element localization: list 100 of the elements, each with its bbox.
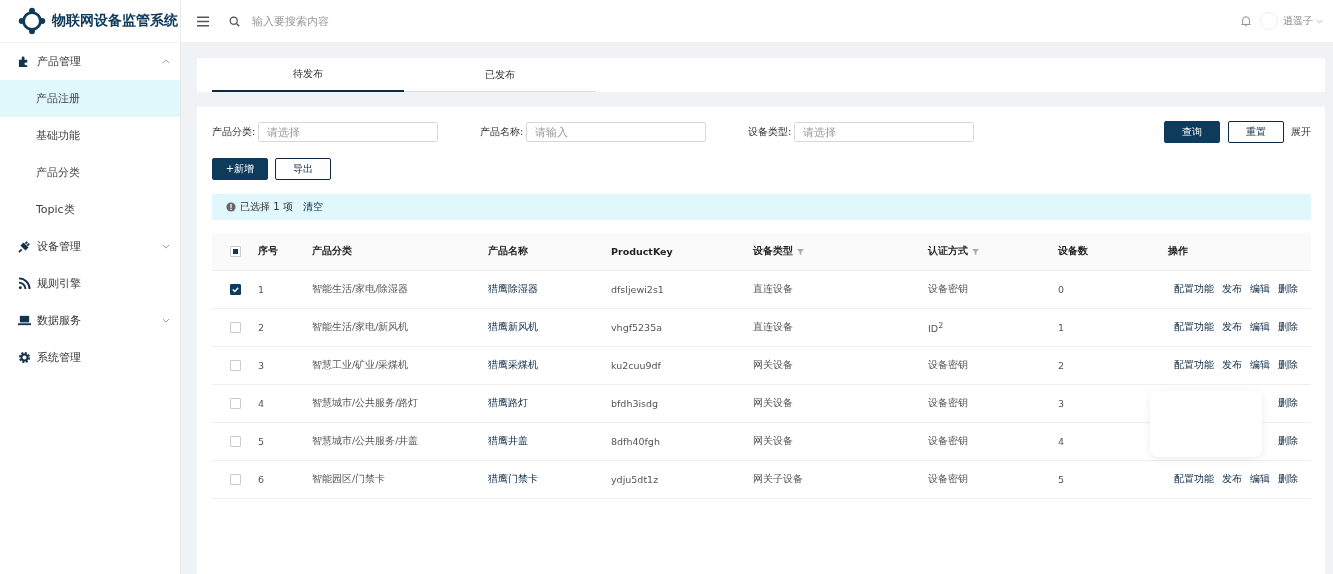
nav-submenu-item[interactable]: Topic类 [0, 191, 180, 228]
device-type-cell: 直连设备 [753, 321, 793, 334]
action-link[interactable]: 发布 [1222, 359, 1242, 372]
selection-count: 已选择 1 项 [240, 200, 293, 214]
query-button[interactable]: 查询 [1164, 121, 1220, 143]
chevron-down-icon [1316, 18, 1323, 24]
action-link[interactable]: 编辑 [1250, 473, 1270, 486]
menu-icon[interactable] [197, 15, 209, 27]
index-cell: 6 [258, 474, 265, 485]
nav-menu-item[interactable]: 系统管理 [0, 339, 180, 376]
chevron-up-icon [162, 59, 170, 64]
nav-menu-item[interactable]: 规则引擎 [0, 265, 180, 302]
column-header: 设备数 [1058, 245, 1088, 258]
action-link[interactable]: 发布 [1222, 321, 1242, 334]
nav-menu-item[interactable]: 设备管理 [0, 228, 180, 265]
product-name-link[interactable]: 猎鹰路灯 [488, 397, 528, 410]
column-header: 设备类型 [753, 245, 793, 258]
action-link[interactable]: 发布 [1222, 283, 1242, 296]
row-checkbox[interactable] [229, 284, 241, 295]
device-type-cell: 网关子设备 [753, 473, 803, 486]
auth-method-cell: 设备密钥 [928, 435, 968, 448]
filter-icon[interactable] [972, 248, 979, 255]
column-header: 操作 [1168, 245, 1188, 258]
product-name-link[interactable]: 猎鹰新风机 [488, 321, 538, 334]
product-key-cell: 8dfh40fgh [611, 436, 660, 447]
action-link[interactable]: 删除 [1278, 321, 1298, 334]
laptop-icon [18, 314, 31, 327]
plug-icon [18, 240, 31, 253]
rss-icon [18, 277, 31, 290]
reset-button[interactable]: 重置 [1228, 121, 1284, 143]
action-link[interactable]: 配置功能 [1174, 359, 1214, 372]
nav-menu-item[interactable]: 产品管理 [0, 43, 180, 80]
category-cell: 智慧城市/公共服务/路灯 [312, 397, 419, 410]
action-link[interactable]: 配置功能 [1174, 473, 1214, 486]
category-cell: 智能园区/门禁卡 [312, 473, 386, 486]
settings-icon [18, 351, 31, 364]
device-count-cell: 0 [1058, 284, 1065, 295]
index-cell: 5 [258, 436, 265, 447]
product-name-link[interactable]: 猎鹰采煤机 [488, 359, 538, 372]
device-count-cell: 5 [1058, 474, 1065, 485]
action-link[interactable]: 配置功能 [1174, 321, 1214, 334]
chevron-down-icon [162, 244, 170, 249]
add-button[interactable]: +新增 [212, 158, 268, 180]
product-key-cell: ku2cuu9df [611, 360, 661, 371]
device-count-cell: 1 [1058, 322, 1065, 333]
clear-link[interactable]: 清空 [302, 200, 323, 214]
column-header: ProductKey [611, 246, 673, 257]
auth-method-cell: 设备密钥 [928, 473, 968, 486]
index-cell: 4 [258, 398, 265, 409]
logo-icon [18, 7, 46, 35]
category-cell: 智慧工业/矿业/采煤机 [312, 359, 409, 372]
action-link[interactable]: 删除 [1278, 435, 1298, 448]
index-cell: 1 [258, 284, 265, 295]
action-link[interactable]: 编辑 [1250, 321, 1270, 334]
index-cell: 3 [258, 360, 265, 371]
info-icon [226, 202, 236, 212]
bell-icon[interactable] [1240, 15, 1252, 27]
action-link[interactable]: 发布 [1222, 473, 1242, 486]
product-name-link[interactable]: 猎鹰门禁卡 [488, 473, 538, 486]
product-key-cell: vhgf5235a [611, 322, 663, 333]
device-type-cell: 网关设备 [753, 435, 793, 448]
action-link[interactable]: 删除 [1278, 473, 1298, 486]
export-button[interactable]: 导出 [275, 158, 331, 180]
column-header: 产品分类 [312, 245, 352, 258]
nav-submenu-item[interactable]: 产品注册 [0, 80, 180, 117]
tab[interactable]: 待发布 [212, 58, 404, 92]
product-name-link[interactable]: 猎鹰井盖 [488, 435, 528, 448]
action-link[interactable]: 删除 [1278, 283, 1298, 296]
nav-submenu-item[interactable]: 产品分类 [0, 154, 180, 191]
filter-field[interactable]: 请输入 [526, 122, 707, 142]
action-link[interactable]: 配置功能 [1174, 283, 1214, 296]
action-link[interactable]: 编辑 [1250, 283, 1270, 296]
action-link[interactable]: 编辑 [1250, 359, 1270, 372]
filter-field[interactable]: 请选择 [258, 122, 439, 142]
filter-label: 设备类型: [748, 125, 792, 139]
expand-link[interactable]: 展开 [1291, 125, 1311, 139]
action-link[interactable]: 删除 [1278, 359, 1298, 372]
column-header: 认证方式 [928, 245, 968, 258]
category-cell: 智慧城市/公共服务/井盖 [312, 435, 419, 448]
category-cell: 智能生活/家电/新风机 [312, 321, 409, 334]
nav-menu-item[interactable]: 数据服务 [0, 302, 180, 339]
chevron-down-icon [162, 318, 170, 323]
product-name-link[interactable]: 猎鹰除湿器 [488, 283, 538, 296]
device-count-cell: 2 [1058, 360, 1065, 371]
tab[interactable]: 已发布 [404, 58, 596, 92]
column-header: 序号 [258, 245, 278, 258]
product-key-cell: dfsljewi2s1 [611, 284, 664, 295]
filter-label: 产品名称: [480, 125, 524, 139]
nav-submenu-item[interactable]: 基础功能 [0, 117, 180, 154]
filter-label: 产品分类: [212, 125, 256, 139]
index-cell: 2 [258, 322, 265, 333]
select-all-checkbox[interactable] [229, 246, 241, 257]
product-key-cell: bfdh3isdg [611, 398, 659, 409]
device-type-cell: 网关设备 [753, 359, 793, 372]
filter-field[interactable]: 请选择 [794, 122, 975, 142]
user-name[interactable]: 逍遥子 [1283, 14, 1313, 28]
filter-icon[interactable] [797, 248, 804, 255]
device-type-cell: 直连设备 [753, 283, 793, 296]
device-count-cell: 4 [1058, 436, 1065, 447]
action-link[interactable]: 删除 [1278, 397, 1298, 410]
